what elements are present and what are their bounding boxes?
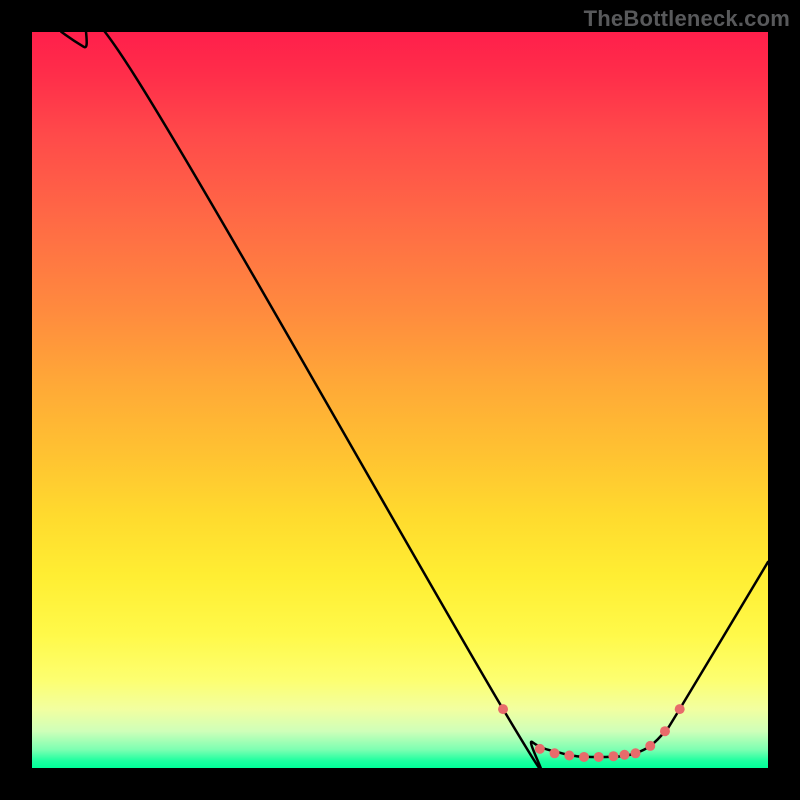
watermark-text: TheBottleneck.com <box>584 6 790 32</box>
heat-gradient <box>32 32 768 768</box>
chart-stage: TheBottleneck.com <box>0 0 800 800</box>
plot-area <box>32 32 768 768</box>
